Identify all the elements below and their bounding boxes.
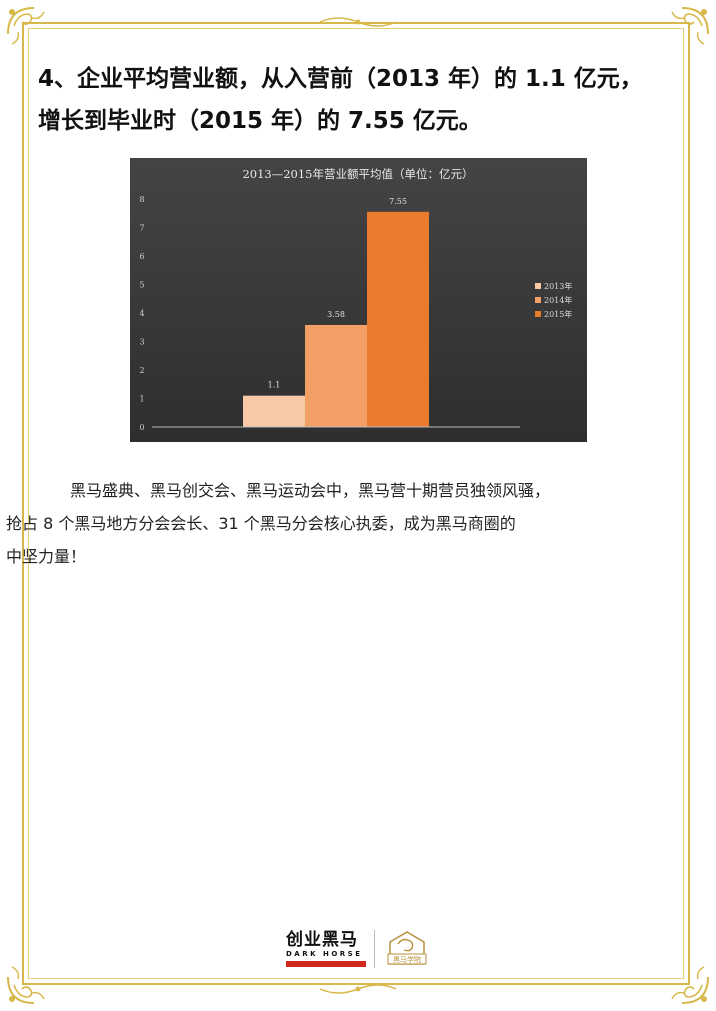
chart-title: 2013—2015年营业额平均值（单位：亿元） xyxy=(242,167,473,181)
bar-2015年 xyxy=(367,211,429,427)
y-tick-label: 0 xyxy=(139,423,144,432)
svg-text:黑马学院: 黑马学院 xyxy=(393,955,421,964)
legend-swatch xyxy=(535,297,541,303)
bottom-ornament-icon xyxy=(319,984,397,994)
bar-data-label: 7.55 xyxy=(389,197,407,206)
headline-line-2: 增长到毕业时（2015 年）的 7.55 亿元。 xyxy=(38,108,482,134)
logo-cn-text: 创业黑马 xyxy=(286,930,358,950)
legend-label: 2014年 xyxy=(544,295,572,305)
legend-swatch xyxy=(535,311,541,317)
legend-swatch xyxy=(535,283,541,289)
headline-line-1: 4、企业平均营业额，从入营前（2013 年）的 1.1 亿元， xyxy=(38,66,643,92)
corner-ornament-icon xyxy=(671,966,709,1004)
paragraph-line-2: 抢占 8 个黑马地方分会会长、31 个黑马分会核心执委，成为黑马商圈的 xyxy=(6,514,516,533)
headline: 4、企业平均营业额，从入营前（2013 年）的 1.1 亿元， 增长到毕业时（2… xyxy=(38,58,678,142)
body-paragraph: 黑马盛典、黑马创交会、黑马运动会中，黑马营十期营员独领风骚， 抢占 8 个黑马地… xyxy=(6,474,674,573)
legend-label: 2015年 xyxy=(544,309,572,319)
bar-2013年 xyxy=(243,395,305,427)
paragraph-line-1: 黑马盛典、黑马创交会、黑马运动会中，黑马营十期营员独领风骚， xyxy=(70,481,551,500)
y-tick-label: 8 xyxy=(139,195,144,204)
corner-ornament-icon xyxy=(7,966,45,1004)
revenue-chart-svg: 2013—2015年营业额平均值（单位：亿元） 0 1 2 3 4 5 6 7 8 1.1 3.5… xyxy=(130,158,587,442)
y-tick-label: 5 xyxy=(139,281,144,290)
bar-data-label: 1.1 xyxy=(268,381,281,390)
academy-badge-icon: 黑马学院 xyxy=(387,931,427,965)
logo-en-text: DARK HORSE xyxy=(286,950,363,958)
footer-logos: 创业黑马 DARK HORSE 黑马学院 xyxy=(286,928,446,972)
revenue-chart: 2013—2015年营业额平均值（单位：亿元） 0 1 2 3 4 5 6 7 8 1.1 3.5… xyxy=(130,158,587,442)
bar-2014年 xyxy=(305,324,367,427)
legend-label: 2013年 xyxy=(544,281,572,291)
y-tick-label: 2 xyxy=(139,366,144,375)
paragraph-line-3: 中坚力量！ xyxy=(6,547,87,566)
bar-data-label: 3.58 xyxy=(327,310,345,319)
corner-ornament-icon xyxy=(671,7,709,45)
top-ornament-icon xyxy=(319,17,397,27)
dark-horse-logo: 创业黑马 DARK HORSE xyxy=(286,930,366,967)
corner-ornament-icon xyxy=(7,7,45,45)
y-tick-label: 7 xyxy=(139,224,144,233)
y-tick-label: 4 xyxy=(139,309,144,318)
logo-red-bar xyxy=(286,961,366,967)
y-tick-label: 1 xyxy=(139,395,144,404)
y-tick-label: 3 xyxy=(139,338,144,347)
y-tick-label: 6 xyxy=(139,252,144,261)
logo-divider xyxy=(374,930,375,968)
